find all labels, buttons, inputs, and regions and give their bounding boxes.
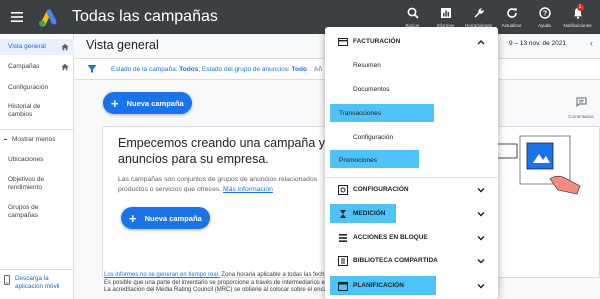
menu-item-billing-settings[interactable]: Configuración [353,134,393,141]
menu-section-label: CONFIGURACIÓN [353,186,409,193]
help-icon: ? [538,6,552,20]
refresh-button[interactable]: Actualizar [495,2,528,32]
mobile-app-label: Descarga la aplicación móvil [15,275,60,290]
card-new-campaign-button[interactable]: + Nueva campaña [121,207,210,229]
layers-icon [339,234,347,242]
plus-icon: + [129,210,137,226]
wrench-icon [472,6,486,20]
mobile-app-download[interactable]: Descarga la aplicación móvil [0,269,74,299]
refresh-label: Actualizar [501,23,522,28]
app-title: Todas las campañas [72,8,218,25]
credit-card-icon [338,38,348,46]
notifications-label: Notificaciones [563,23,592,28]
sidebar-item-label: Grupos de campañas [8,204,39,219]
sidebar-item-campaigns[interactable]: Campañas [0,59,74,75]
sidebar-item-label: Historial de cambios [8,103,41,118]
menu-icon[interactable] [0,0,34,34]
hourglass-icon [340,210,346,218]
campaign-illustration [496,135,581,195]
sidebar: Vista general Campañas Configuración His… [0,34,74,299]
chevron-up-icon [477,40,485,45]
help-button[interactable]: ? Ayuda [528,2,561,32]
card-description: Las campañas son conjuntos de grupos de … [118,176,318,193]
home-icon [61,63,69,71]
filter-label-campaign-status: Estado de la campaña: [111,66,180,73]
sidebar-item-label: Objetivos de rendimiento [8,176,45,191]
tools-dropdown-menu: FACTURACIÓN Resumen Documentos Transacci… [325,27,498,299]
help-label: Ayuda [538,23,551,28]
filter-label-adgroup-status: ; Estado del grupo de anuncios: [198,66,292,73]
comment-icon [576,97,586,108]
menu-item-summary[interactable]: Resumen [353,62,381,69]
phone-icon [4,275,10,285]
show-less-toggle[interactable]: Mostrar menos [4,136,55,143]
menu-section-label: PLANIFICACIÓN [353,282,404,289]
sidebar-item-settings[interactable]: Configuración [0,80,74,96]
menu-section-bulk-actions[interactable]: ACCIONES EN BLOQUE [325,228,498,248]
chevron-down-icon [477,259,485,264]
sidebar-item-label: Ubicaciones [8,156,44,163]
chevron-down-icon [477,212,485,217]
date-range-selector[interactable]: 9 – 13 nov. de 2021 [509,40,566,47]
menu-section-setup[interactable]: CONFIGURACIÓN [325,180,498,200]
filter-value-adgroup-status: Todo [291,66,307,73]
page-title: Vista general [86,38,159,52]
calendar-icon [338,282,348,291]
sidebar-item-label: Campañas [8,63,40,70]
search-icon [406,6,420,20]
home-icon [61,43,69,51]
collapse-icon [4,139,7,140]
menu-section-label: MEDICIÓN [353,210,386,217]
chevron-down-icon [477,188,485,193]
show-less-label: Mostrar menos [12,136,56,143]
filter-value-campaign-status: Todos [179,66,199,73]
menu-section-planning[interactable]: PLANIFICACIÓN [325,276,498,296]
sidebar-item-label: Configuración [8,84,49,91]
realtime-link[interactable]: Los informes no se generan en tiempo rea… [104,272,220,278]
filter-icon[interactable] [87,64,97,74]
menu-divider [325,177,498,178]
google-ads-logo-icon[interactable] [36,6,58,28]
sidebar-item-change-history[interactable]: Historial de cambios [0,101,74,121]
sidebar-item-performance-goals[interactable]: Objetivos de rendimiento [0,174,74,194]
sidebar-item-campaign-groups[interactable]: Grupos de campañas [0,202,74,222]
notification-badge: 1 [576,4,584,11]
sidebar-item-overview[interactable]: Vista general [0,39,74,55]
sidebar-divider [0,129,74,130]
sidebar-item-placements[interactable]: Ubicaciones [0,152,74,168]
new-campaign-label: Nueva campaña [126,98,184,108]
menu-item-promotions[interactable]: Promociones [339,157,377,164]
menu-section-billing[interactable]: FACTURACIÓN [325,32,498,52]
refresh-icon [505,6,519,20]
learn-more-link[interactable]: Más información [223,186,273,193]
comments-button[interactable]: Comentarios [566,94,596,119]
new-campaign-button[interactable]: + Nueva campaña [103,92,192,114]
card-new-campaign-label: Nueva campaña [144,213,202,223]
menu-section-shared-library[interactable]: BIBLIOTECA COMPARTIDA [325,251,498,271]
menu-section-label: BIBLIOTECA COMPARTIDA [353,257,438,264]
reports-icon [439,6,453,20]
bell-icon: 1 [571,4,585,20]
menu-item-documents[interactable]: Documentos [353,86,390,93]
menu-section-measurement[interactable]: MEDICIÓN [325,204,498,224]
plus-icon: + [111,95,119,111]
filter-description[interactable]: Estado de la campaña: Todos; Estado del … [111,66,307,73]
menu-section-label: FACTURACIÓN [353,38,401,45]
menu-section-label: ACCIONES EN BLOQUE [353,234,428,241]
comments-label: Comentarios [568,114,594,119]
notifications-button[interactable]: 1 Notificaciones [561,2,594,32]
svg-text:?: ? [542,11,546,18]
gear-icon [338,185,348,195]
menu-item-transactions[interactable]: Transacciones [339,110,381,117]
top-bar: Todas las campañas Buscar Informes Herra… [0,0,600,34]
reports-notice: Los informes no se generan en tiempo rea… [104,272,354,293]
add-filter-link[interactable]: Añ [314,66,322,73]
chevron-left-icon[interactable]: ‹ [590,38,593,48]
chevron-down-icon [477,284,485,289]
sidebar-item-label: Vista general [8,43,46,50]
library-icon [338,256,348,266]
chevron-down-icon [477,236,485,241]
